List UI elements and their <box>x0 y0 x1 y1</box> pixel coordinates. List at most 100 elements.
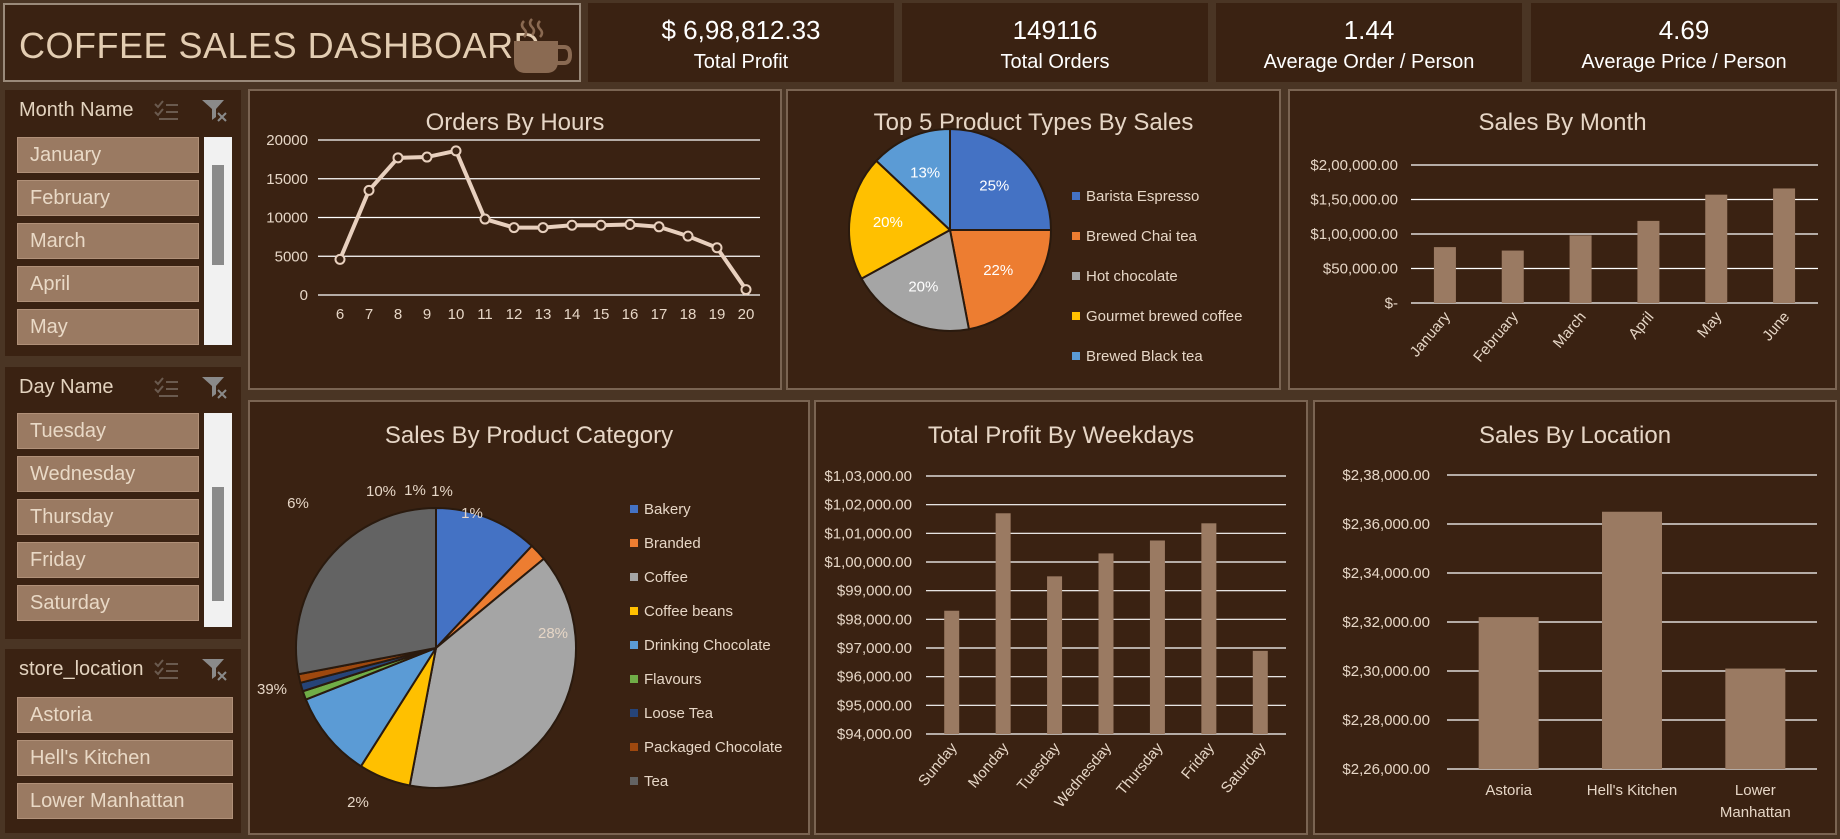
y-tick-label: $1,02,000.00 <box>824 497 912 514</box>
slicer-item-astoria[interactable]: Astoria <box>17 697 233 733</box>
data-label: 6% <box>287 495 309 512</box>
data-label: 2% <box>347 794 369 811</box>
y-tick-label: 15000 <box>266 171 308 188</box>
coffee-cup-icon <box>514 18 572 73</box>
y-tick-label: 10000 <box>266 210 308 227</box>
slicer-item-tuesday[interactable]: Tuesday <box>17 413 199 449</box>
scrollbar-thumb[interactable] <box>212 165 224 265</box>
y-tick-label: $1,50,000.00 <box>1310 192 1398 209</box>
legend-label: Loose Tea <box>644 705 714 722</box>
data-label: 1% <box>461 505 483 522</box>
data-label: 10% <box>366 483 396 500</box>
sales-by-month-chart: $- $50,000.00 $1,00,000.00 $1,50,000.00 $2,0… <box>1310 157 1818 366</box>
x-tick-label: 16 <box>622 306 639 323</box>
legend-label: Gourmet brewed coffee <box>1086 308 1242 325</box>
kpi-value: $ 6,98,812.33 <box>661 15 821 45</box>
multi-select-icon[interactable] <box>153 100 179 122</box>
slicer-item-february[interactable]: February <box>17 180 199 216</box>
legend-swatch <box>630 709 638 717</box>
bar <box>1602 511 1662 769</box>
slicer-item-wednesday[interactable]: Wednesday <box>17 456 199 492</box>
data-label: 20% <box>908 279 938 296</box>
slicer-item-january[interactable]: January <box>17 137 199 173</box>
bar <box>1098 553 1114 734</box>
x-tick-label: Tuesday <box>1014 739 1064 794</box>
data-point <box>595 219 607 231</box>
slicer-item-hells-kitchen[interactable]: Hell's Kitchen <box>17 740 233 776</box>
pie-slice <box>295 506 437 676</box>
bar <box>995 513 1011 734</box>
data-point <box>740 284 752 296</box>
slicer-title: store_location <box>19 658 144 680</box>
y-tick-label: $2,36,000.00 <box>1342 516 1430 533</box>
y-tick-label: 20000 <box>266 132 308 149</box>
slicer-item-may[interactable]: May <box>17 309 199 345</box>
x-tick-label: Monday <box>965 739 1013 791</box>
clear-filter-icon[interactable] <box>201 375 229 401</box>
kpi-label: Total Profit <box>693 51 789 73</box>
scrollbar-thumb[interactable] <box>212 487 224 601</box>
kpi-label: Average Order / Person <box>1263 51 1475 73</box>
x-tick-label: January <box>1407 308 1455 360</box>
legend-swatch <box>630 539 638 547</box>
data-label: 25% <box>979 178 1009 195</box>
slicer-item-march[interactable]: March <box>17 223 199 259</box>
slicer-scrollbar[interactable] <box>204 137 232 345</box>
y-tick-label: $1,03,000.00 <box>824 468 912 485</box>
x-tick-label: Lower <box>1735 782 1776 799</box>
slicer-scrollbar[interactable] <box>204 413 232 627</box>
y-tick-label: $1,01,000.00 <box>824 525 912 542</box>
orders-by-hours-chart: 0 5000 10000 15000 20000 6 7 8 9 10 11 12 13 14 15 16 17… <box>266 132 760 323</box>
chart-panel-sales-by-category: Sales By Product Category 12%2%39%6%10%1… <box>248 400 810 835</box>
x-tick-label: 8 <box>394 306 402 323</box>
sales-by-location-chart: $2,26,000.00 $2,28,000.00 $2,30,000.00 $2,3… <box>1342 467 1817 821</box>
data-point <box>624 218 636 230</box>
data-point <box>363 184 375 196</box>
legend-label: Hot chocolate <box>1086 268 1178 285</box>
series-line <box>338 148 748 291</box>
y-tick-label: $95,000.00 <box>837 697 912 714</box>
x-tick-label: March <box>1550 309 1590 352</box>
slicer-item-saturday[interactable]: Saturday <box>17 585 199 621</box>
bar <box>1201 523 1217 734</box>
x-tick-label: Thursday <box>1113 739 1167 798</box>
legend-swatch <box>1072 352 1080 360</box>
data-label: 1% <box>404 482 426 499</box>
x-tick-label: 12 <box>506 306 523 323</box>
data-point <box>682 230 694 242</box>
data-label: 39% <box>257 681 287 698</box>
clear-filter-icon[interactable] <box>201 98 229 124</box>
x-tick-label: April <box>1625 309 1657 343</box>
y-tick-label: $99,000.00 <box>837 583 912 600</box>
data-point <box>653 221 665 233</box>
x-tick-label: 11 <box>477 306 493 323</box>
bar <box>1252 650 1268 734</box>
slicer-item-thursday[interactable]: Thursday <box>17 499 199 535</box>
legend-label: Brewed Black tea <box>1086 348 1203 365</box>
slicer-item-friday[interactable]: Friday <box>17 542 199 578</box>
kpi-value: 4.69 <box>1658 15 1710 45</box>
y-tick-label: $2,38,000.00 <box>1342 467 1430 484</box>
slicer-item-april[interactable]: April <box>17 266 199 302</box>
kpi-label: Total Orders <box>1000 51 1110 73</box>
x-tick-label: 15 <box>593 306 610 323</box>
slicer-item-lower-manhattan[interactable]: Lower Manhattan <box>17 783 233 819</box>
legend-label: Flavours <box>644 671 702 688</box>
profit-by-weekdays-chart: $94,000.00 $95,000.00 $96,000.00 $97,000.00… <box>824 468 1286 811</box>
slicer-month: Month Name January February March April … <box>3 88 243 358</box>
clear-filter-icon[interactable] <box>201 657 229 683</box>
legend-label: Coffee <box>644 569 688 586</box>
x-tick-label: February <box>1470 308 1522 365</box>
multi-select-icon[interactable] <box>153 659 179 681</box>
legend-label: Brewed Chai tea <box>1086 228 1198 245</box>
multi-select-icon[interactable] <box>153 377 179 399</box>
y-tick-label: $2,00,000.00 <box>1310 157 1398 174</box>
legend-swatch <box>1072 312 1080 320</box>
dashboard-title-box: COFFEE SALES DASHBOARD <box>3 3 581 82</box>
y-tick-label: 0 <box>300 287 308 304</box>
data-point <box>508 222 520 234</box>
y-tick-label: $1,00,000.00 <box>824 554 912 571</box>
legend-swatch <box>1072 232 1080 240</box>
kpi-value: 1.44 <box>1343 15 1395 45</box>
bar <box>1773 188 1796 303</box>
